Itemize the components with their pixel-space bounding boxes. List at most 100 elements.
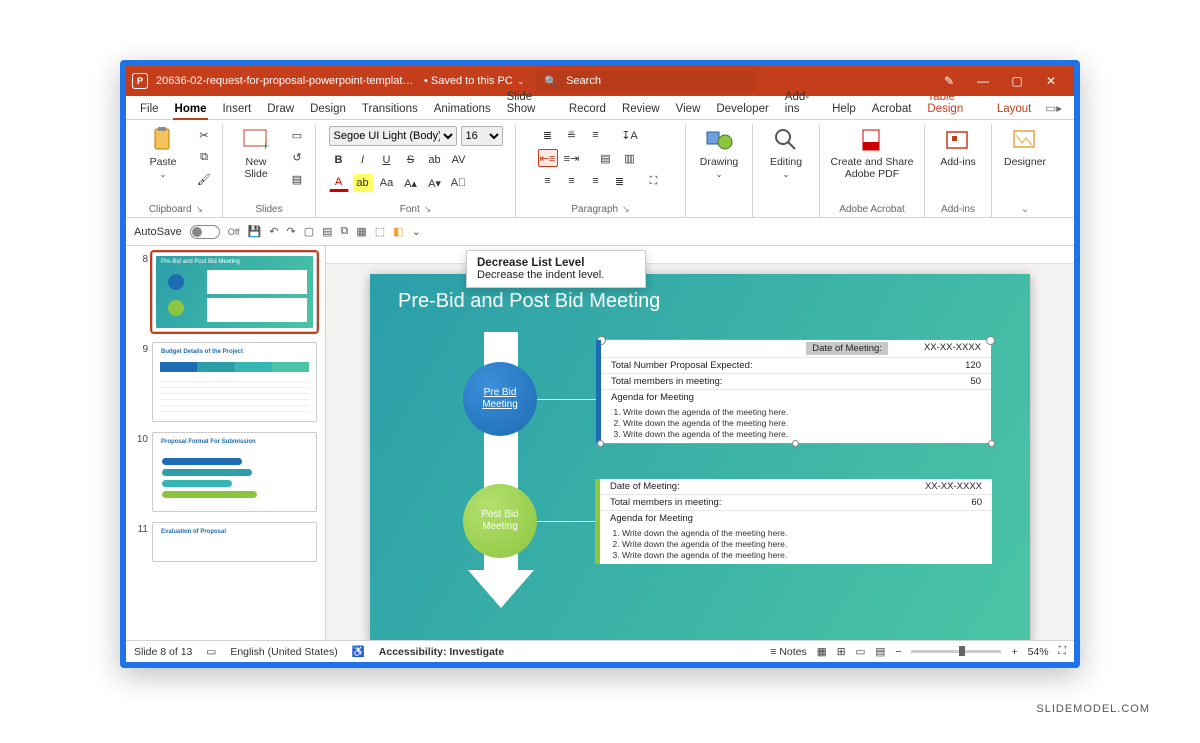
section-button[interactable]: ▤ — [287, 170, 307, 188]
agenda-item[interactable]: Write down the agenda of the meeting her… — [622, 539, 992, 549]
tab-developer[interactable]: Developer — [708, 99, 776, 119]
agenda-title[interactable]: Agenda for Meeting — [601, 390, 991, 405]
tab-layout[interactable]: Layout — [989, 99, 1040, 119]
tab-view[interactable]: View — [668, 99, 709, 119]
smartart-button[interactable]: ⛶ — [644, 172, 664, 190]
thumbnail-9[interactable]: 9 Budget Details of the Project — [134, 342, 317, 422]
agenda-item[interactable]: Write down the agenda of the meeting her… — [622, 528, 992, 538]
notes-button[interactable]: ≡ Notes — [770, 646, 806, 658]
normal-view-button[interactable]: ▦ — [817, 646, 827, 658]
ribbon-overflow-icon[interactable]: ▭▸ — [1039, 97, 1068, 119]
slide-counter[interactable]: Slide 8 of 13 — [134, 646, 192, 658]
row-val[interactable]: 60 — [971, 497, 982, 508]
agenda-item[interactable]: Write down the agenda of the meeting her… — [622, 550, 992, 560]
tab-file[interactable]: File — [132, 99, 167, 119]
row-key[interactable]: Date of Meeting: — [610, 481, 680, 492]
shadow-button[interactable]: ab — [425, 151, 445, 169]
designer-button[interactable]: Designer — [1000, 126, 1050, 168]
search-input[interactable] — [564, 74, 748, 88]
dialog-launcher-icon[interactable]: ↘ — [424, 204, 432, 215]
table-header-value[interactable]: XX-XX-XXXX — [924, 342, 981, 355]
strike-button[interactable]: S — [401, 151, 421, 169]
redo-button[interactable]: ↷ — [286, 225, 295, 238]
tab-table-design[interactable]: Table Design — [919, 87, 988, 119]
align-center-button[interactable]: ≡ — [562, 172, 582, 190]
language-status[interactable]: English (United States) — [230, 646, 337, 658]
increase-indent-button[interactable]: ≡⇥ — [562, 149, 582, 167]
decrease-indent-button[interactable]: ⇤≡ — [538, 149, 558, 167]
save-state[interactable]: • Saved to this PC — [424, 75, 513, 87]
table-header-label[interactable]: Date of Meeting: — [806, 342, 888, 355]
align-text-button[interactable]: ▤ — [596, 149, 616, 167]
row-key[interactable]: Total members in meeting: — [611, 376, 722, 387]
slide-thumbnails-pane[interactable]: 8 Pre-Bid and Post Bid Meeting 9 Budget … — [126, 246, 326, 640]
qat-customize-icon[interactable]: ⌄ — [412, 225, 421, 238]
tab-animations[interactable]: Animations — [426, 99, 499, 119]
font-size-select[interactable]: 16 — [461, 126, 503, 146]
dialog-launcher-icon[interactable]: ↘ — [622, 204, 630, 215]
qat-btn-6[interactable]: ◧ — [393, 225, 403, 238]
editing-button[interactable]: Editing ⌄ — [761, 126, 811, 179]
numbering-button[interactable]: ≝ — [562, 126, 582, 144]
qat-btn-3[interactable]: ⧉ — [341, 225, 349, 238]
tab-design[interactable]: Design — [302, 99, 354, 119]
arrow-head-shape[interactable] — [468, 570, 534, 608]
qat-btn-2[interactable]: ▤ — [322, 225, 332, 238]
undo-button[interactable]: ↶ — [269, 225, 278, 238]
pre-bid-table[interactable]: Date of Meeting: XX-XX-XXXX Total Number … — [600, 339, 992, 444]
collapse-ribbon-icon[interactable]: ⌄ — [1020, 202, 1029, 215]
agenda-item[interactable]: Write down the agenda of the meeting her… — [623, 418, 991, 428]
thumbnail-10[interactable]: 10 Proposal Format For Submission — [134, 432, 317, 512]
save-button[interactable]: 💾 — [248, 225, 262, 238]
agenda-item[interactable]: Write down the agenda of the meeting her… — [623, 429, 991, 439]
tab-addins[interactable]: Add-ins — [777, 87, 824, 119]
line-spacing-button[interactable]: ≡ — [586, 126, 606, 144]
zoom-in-button[interactable]: + — [1011, 646, 1017, 658]
copy-button[interactable]: ⧉ — [194, 148, 214, 166]
align-right-button[interactable]: ≡ — [586, 172, 606, 190]
bold-button[interactable]: B — [329, 151, 349, 169]
save-state-dropdown-icon[interactable]: ⌄ — [517, 76, 525, 87]
slide-title[interactable]: Pre-Bid and Post Bid Meeting — [398, 290, 660, 313]
post-bid-circle[interactable]: Post Bid Meeting — [463, 484, 537, 558]
tab-help[interactable]: Help — [824, 99, 864, 119]
zoom-out-button[interactable]: − — [895, 646, 901, 658]
tab-acrobat[interactable]: Acrobat — [864, 99, 920, 119]
addins-button[interactable]: Add-ins — [933, 126, 983, 168]
row-val[interactable]: 120 — [965, 360, 981, 371]
drawing-button[interactable]: Drawing ⌄ — [694, 126, 744, 179]
agenda-list[interactable]: Write down the agenda of the meeting her… — [622, 528, 992, 560]
highlight-button[interactable]: ab — [353, 174, 373, 192]
tab-review[interactable]: Review — [614, 99, 668, 119]
new-slide-button[interactable]: + New Slide — [231, 126, 281, 180]
search-box[interactable]: 🔍 — [536, 71, 756, 91]
accessibility-status[interactable]: Accessibility: Investigate — [379, 646, 504, 658]
qat-btn-1[interactable]: ▢ — [304, 225, 314, 238]
row-key[interactable]: Total members in meeting: — [610, 497, 721, 508]
font-color-button[interactable]: A — [329, 174, 349, 192]
autosave-toggle[interactable] — [190, 225, 220, 239]
justify-button[interactable]: ≣ — [610, 172, 630, 190]
row-key[interactable]: Total Number Proposal Expected: — [611, 360, 753, 371]
layout-button[interactable]: ▭ — [287, 126, 307, 144]
slide[interactable]: Pre-Bid and Post Bid Meeting Pre Bid Mee… — [370, 274, 1030, 640]
grow-font-button[interactable]: A▴ — [401, 174, 421, 192]
thumbnail-11[interactable]: 11 Evaluation of Proposal — [134, 522, 317, 562]
sorter-view-button[interactable]: ⊞ — [837, 646, 846, 658]
zoom-slider[interactable] — [911, 650, 1001, 653]
minimize-button[interactable]: — — [966, 74, 1000, 88]
qat-btn-5[interactable]: ⬚ — [375, 225, 385, 238]
post-bid-table[interactable]: Date of Meeting:XX-XX-XXXX Total members… — [600, 479, 992, 564]
tab-transitions[interactable]: Transitions — [354, 99, 426, 119]
tab-home[interactable]: Home — [167, 99, 215, 119]
shrink-font-button[interactable]: A▾ — [425, 174, 445, 192]
tab-draw[interactable]: Draw — [259, 99, 302, 119]
maximize-button[interactable]: ▢ — [1000, 74, 1034, 88]
text-direction-button[interactable]: ↧A — [620, 126, 640, 144]
tab-slideshow[interactable]: Slide Show — [499, 87, 561, 119]
tab-record[interactable]: Record — [561, 99, 614, 119]
agenda-item[interactable]: Write down the agenda of the meeting her… — [623, 407, 991, 417]
paste-button[interactable]: Paste ⌄ — [138, 126, 188, 179]
pre-bid-circle[interactable]: Pre Bid Meeting — [463, 362, 537, 436]
tab-insert[interactable]: Insert — [214, 99, 259, 119]
